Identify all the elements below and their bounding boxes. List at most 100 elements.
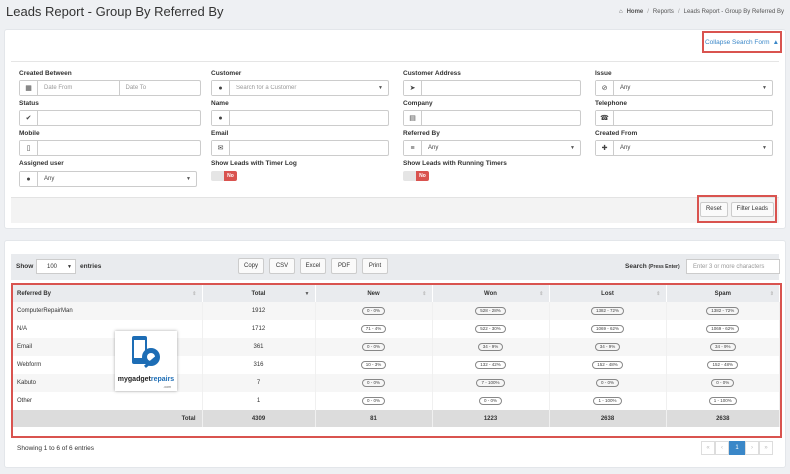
created-between-range: ▦ Date From Date To	[19, 80, 201, 96]
cell-spam: 1 - 100%	[666, 392, 780, 410]
telephone-field[interactable]: ☎	[595, 110, 773, 126]
form-actions: Reset Filter Leads	[697, 195, 777, 223]
customer-placeholder: Search for a Customer	[236, 85, 297, 91]
page-title: Leads Report - Group By Referred By	[6, 4, 224, 19]
sort-icon: ⇕	[422, 290, 427, 297]
badge-lost: 1069 - 62%	[590, 325, 625, 333]
cell-lost: 0 - 0%	[549, 374, 667, 392]
pagination: « ‹ 1 › »	[701, 441, 773, 455]
first-page-button[interactable]: «	[701, 441, 715, 455]
collapse-search-form-button[interactable]: Collapse Search Form ▲	[702, 31, 782, 53]
customer-address-field[interactable]: ➤	[403, 80, 581, 96]
company-field[interactable]: ▤	[403, 110, 581, 126]
search-input[interactable]: Enter 3 or more characters	[686, 259, 780, 274]
name-field[interactable]: ●	[211, 110, 389, 126]
column-header-new[interactable]: New ⇕	[315, 285, 433, 302]
copy-button[interactable]: Copy	[238, 258, 264, 274]
column-header-spam[interactable]: Spam ⇕	[666, 285, 780, 302]
cell-referred-by: ComputerRepairMan	[13, 302, 203, 320]
chevron-down-icon: ▼	[186, 176, 191, 182]
badge-lost: 34 - 9%	[594, 343, 621, 351]
page-button-1[interactable]: 1	[729, 441, 745, 455]
assigned-user-label: Assigned user	[19, 160, 64, 167]
cell-new: 10 - 3%	[315, 356, 433, 374]
cell-won: 132 - 42%	[432, 356, 550, 374]
email-field[interactable]: ✉	[211, 140, 389, 156]
timer-log-toggle[interactable]: No	[211, 171, 237, 181]
reset-button[interactable]: Reset	[699, 201, 728, 217]
watermark-logo: mygadgetrepairs .com	[115, 331, 177, 391]
issue-select[interactable]: ⊘ Any ▼	[595, 80, 773, 96]
running-timers-toggle[interactable]: No	[403, 171, 429, 181]
assigned-user-select[interactable]: ● Any ▼	[19, 171, 197, 187]
calendar-icon[interactable]: ▦	[20, 81, 38, 95]
column-label: Total	[251, 290, 266, 297]
badge-won: 132 - 42%	[475, 361, 506, 369]
cell-new: 0 - 0%	[315, 374, 433, 392]
last-page-button[interactable]: »	[759, 441, 773, 455]
sort-icon: ⇕	[539, 290, 544, 297]
page-size-value: 100	[47, 263, 58, 270]
plus-icon: ✚	[596, 141, 614, 155]
date-to-input[interactable]: Date To	[118, 81, 201, 95]
badge-spam: 34 - 9%	[709, 343, 736, 351]
sort-desc-icon: ▼	[304, 290, 310, 297]
building-icon: ▤	[404, 111, 422, 125]
cell-won: 0 - 0%	[432, 392, 550, 410]
cell-spam: 152 - 48%	[666, 356, 780, 374]
badge-lost: 0 - 0%	[595, 379, 619, 387]
cell-won: 528 - 28%	[432, 302, 550, 320]
cell-lost: 1382 - 72%	[549, 302, 667, 320]
watermark-text-a: mygadget	[117, 376, 151, 383]
column-header-won[interactable]: Won ⇕	[432, 285, 550, 302]
customer-select[interactable]: ● Search for a Customer ▼	[211, 80, 389, 96]
badge-won: 522 - 30%	[475, 325, 506, 333]
breadcrumb-home[interactable]: Home	[627, 9, 644, 15]
watermark-text-b: repairs	[150, 376, 175, 383]
date-from-input[interactable]: Date From	[38, 81, 119, 95]
badge-new: 10 - 3%	[360, 361, 387, 369]
envelope-icon: ✉	[212, 141, 230, 155]
cell-total: 361	[202, 338, 316, 356]
table-row: ComputerRepairMan 1912 0 - 0% 528 - 28% …	[13, 302, 780, 320]
search-label: Search (Press Enter)	[625, 263, 680, 270]
column-header-lost[interactable]: Lost ⇕	[549, 285, 667, 302]
csv-button[interactable]: CSV	[269, 258, 295, 274]
breadcrumb-separator: /	[647, 9, 649, 15]
cell-spam: 0 - 0%	[666, 374, 780, 392]
customer-label: Customer	[211, 70, 242, 77]
status-field[interactable]: ✔	[19, 110, 201, 126]
badge-spam: 1 - 100%	[708, 397, 737, 405]
status-label: Status	[19, 100, 39, 107]
timer-log-label: Show Leads with Timer Log	[211, 160, 297, 167]
issue-label: Issue	[595, 70, 612, 77]
mobile-field[interactable]: ▯	[19, 140, 201, 156]
toggle-track	[211, 171, 224, 181]
prev-page-button[interactable]: ‹	[715, 441, 729, 455]
home-icon[interactable]: ⌂	[619, 9, 623, 15]
sort-icon: ⇕	[769, 290, 774, 297]
page-size-select[interactable]: 100 ▼	[36, 259, 76, 274]
filter-leads-button[interactable]: Filter Leads	[730, 201, 775, 217]
excel-button[interactable]: Excel	[300, 258, 326, 274]
created-from-select[interactable]: ✚ Any ▼	[595, 140, 773, 156]
badge-lost: 1382 - 72%	[590, 307, 625, 315]
assigned-user-value: Any	[44, 176, 55, 182]
referred-by-select[interactable]: ≡ Any ▼	[403, 140, 581, 156]
print-button[interactable]: Print	[362, 258, 388, 274]
chevron-down-icon: ▼	[378, 85, 383, 91]
chevron-down-icon: ▼	[762, 145, 767, 151]
next-page-button[interactable]: ›	[745, 441, 759, 455]
breadcrumb-reports[interactable]: Reports	[653, 9, 674, 15]
totals-label: Total	[13, 410, 203, 427]
created-from-value: Any	[620, 145, 631, 151]
pdf-button[interactable]: PDF	[331, 258, 357, 274]
badge-new: 71 - 4%	[360, 325, 387, 333]
column-header-referred-by[interactable]: Referred By ⇕	[13, 285, 203, 302]
column-header-total[interactable]: Total ▼	[202, 285, 316, 302]
phone-icon: ☎	[596, 111, 614, 125]
badge-lost: 152 - 48%	[592, 361, 623, 369]
search-hint: (Press Enter)	[648, 264, 680, 270]
cell-total: 1912	[202, 302, 316, 320]
breadcrumb: ⌂ Home / Reports / Leads Report - Group …	[619, 9, 784, 15]
